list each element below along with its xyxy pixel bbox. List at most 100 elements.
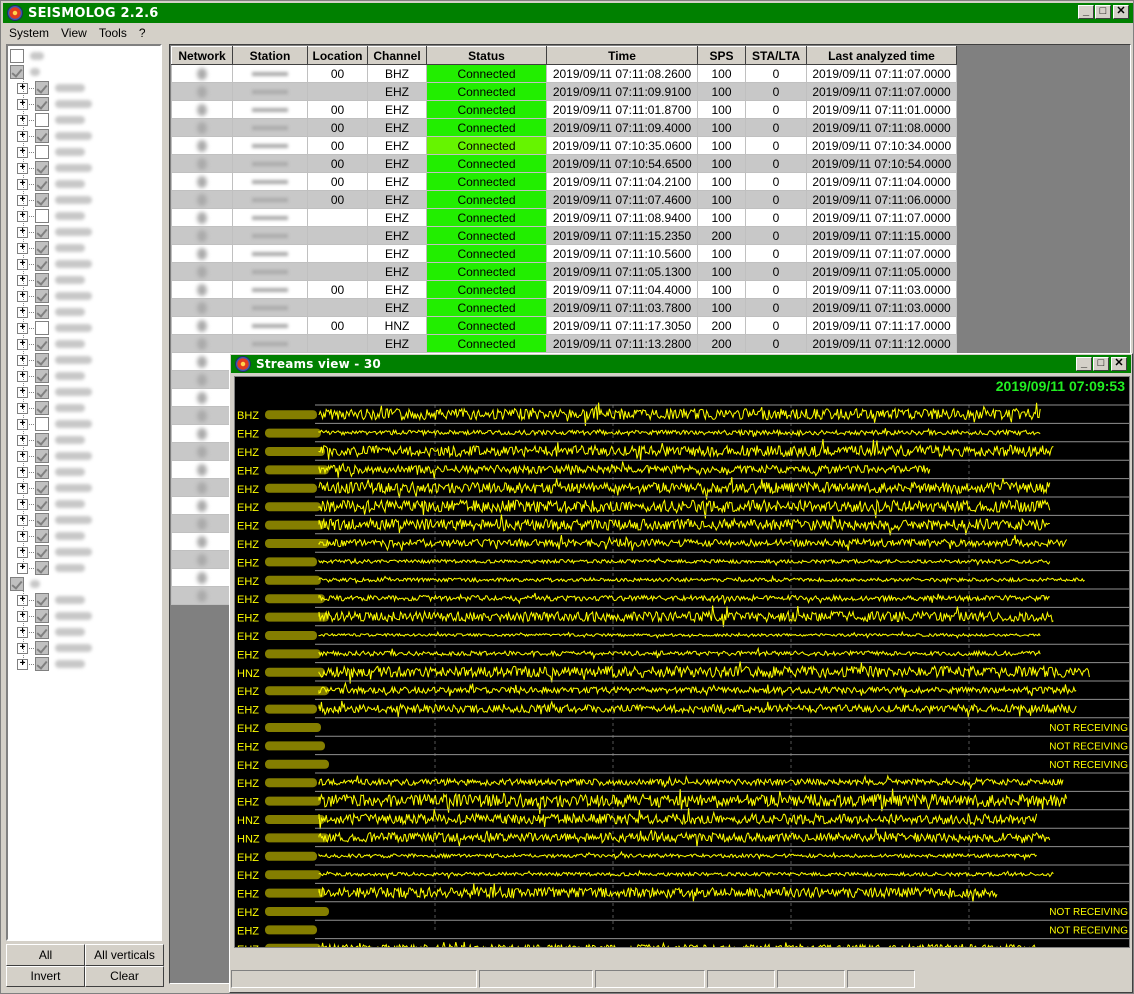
tree-station-node[interactable]: + [17, 128, 92, 144]
column-header[interactable]: STA/LTA [745, 46, 807, 65]
table-row[interactable]: 00 EHZ Connected 2019/09/11 07:10:54.6500 10… [171, 154, 957, 173]
tree-station-node[interactable]: + [17, 528, 85, 544]
network-checkbox[interactable] [10, 49, 24, 63]
column-header[interactable]: Network [171, 46, 233, 65]
station-checkbox[interactable] [35, 545, 49, 559]
tree-station-node[interactable]: + [17, 448, 92, 464]
tree-station-node[interactable]: + [17, 176, 85, 192]
station-checkbox[interactable] [35, 177, 49, 191]
streams-maximize-button[interactable]: □ [1093, 357, 1109, 371]
station-checkbox[interactable] [35, 97, 49, 111]
tree-network-node[interactable] [10, 48, 44, 64]
station-checkbox[interactable] [35, 353, 49, 367]
station-checkbox[interactable] [35, 465, 49, 479]
table-row[interactable]: 00 EHZ Connected 2019/09/11 07:11:04.4000 10… [171, 280, 957, 299]
table-row[interactable]: EHZ Connected 2019/09/11 07:11:13.2800 200 0… [171, 334, 957, 353]
station-checkbox[interactable] [35, 593, 49, 607]
tree-station-node[interactable]: + [17, 432, 85, 448]
tree-station-node[interactable]: + [17, 224, 92, 240]
station-checkbox[interactable] [35, 481, 49, 495]
station-checkbox[interactable] [35, 113, 49, 127]
tree-station-node[interactable]: + [17, 352, 92, 368]
table-row[interactable]: 00 EHZ Connected 2019/09/11 07:11:04.2100 10… [171, 172, 957, 191]
tree-station-node[interactable]: + [17, 336, 85, 352]
station-checkbox[interactable] [35, 289, 49, 303]
menu-system[interactable]: System [3, 26, 55, 40]
column-header[interactable]: Last analyzed time [806, 46, 957, 65]
tree-station-node[interactable]: + [17, 400, 85, 416]
table-row[interactable]: EHZ Connected 2019/09/11 07:11:15.2350 200 0… [171, 226, 957, 245]
tree-station-node[interactable]: + [17, 656, 85, 672]
tree-station-node[interactable]: + [17, 416, 92, 432]
station-checkbox[interactable] [35, 497, 49, 511]
tree-station-node[interactable]: + [17, 544, 92, 560]
tree-station-node[interactable]: + [17, 624, 85, 640]
station-checkbox[interactable] [35, 145, 49, 159]
tree-station-node[interactable]: + [17, 640, 92, 656]
station-checkbox[interactable] [35, 609, 49, 623]
minimize-button[interactable]: _ [1078, 5, 1094, 19]
table-row[interactable]: 00 EHZ Connected 2019/09/11 07:11:01.8700 10… [171, 100, 957, 119]
streams-minimize-button[interactable]: _ [1076, 357, 1092, 371]
station-checkbox[interactable] [35, 417, 49, 431]
menu-tools[interactable]: Tools [93, 26, 133, 40]
table-row[interactable]: 00 HNZ Connected 2019/09/11 07:11:17.3050 20… [171, 316, 957, 335]
tree-station-node[interactable]: + [17, 288, 92, 304]
table-row[interactable]: 00 EHZ Connected 2019/09/11 07:10:35.0600 10… [171, 136, 957, 155]
tree-station-node[interactable]: + [17, 192, 92, 208]
station-checkbox[interactable] [35, 209, 49, 223]
table-row[interactable]: 00 EHZ Connected 2019/09/11 07:11:09.4000 10… [171, 118, 957, 137]
tree-station-node[interactable]: + [17, 80, 85, 96]
table-row[interactable]: EHZ Connected 2019/09/11 07:11:08.9400 100 0… [171, 208, 957, 227]
tree-network-node[interactable] [10, 64, 40, 80]
station-checkbox[interactable] [35, 529, 49, 543]
tree-station-node[interactable]: + [17, 592, 85, 608]
tree-station-node[interactable]: + [17, 464, 85, 480]
station-checkbox[interactable] [35, 369, 49, 383]
seismogram-plot[interactable]: BHZ EHZ EHZ EHZ EHZ EHZ EHZ EHZ EHZ EHZ EHZ EHZ EHZ E… [234, 376, 1130, 948]
column-header[interactable]: Location [307, 46, 368, 65]
table-row[interactable]: EHZ Connected 2019/09/11 07:11:10.5600 100 0… [171, 244, 957, 263]
table-row[interactable]: 00 EHZ Connected 2019/09/11 07:11:07.4600 10… [171, 190, 957, 209]
tree-station-node[interactable]: + [17, 512, 92, 528]
column-header[interactable]: Time [546, 46, 698, 65]
tree-station-node[interactable]: + [17, 368, 85, 384]
column-header[interactable]: Channel [367, 46, 427, 65]
station-checkbox[interactable] [35, 273, 49, 287]
table-row[interactable]: 00 BHZ Connected 2019/09/11 07:11:08.2600 10… [171, 64, 957, 83]
select-all-button[interactable]: All [6, 944, 85, 966]
tree-station-node[interactable]: + [17, 496, 85, 512]
tree-station-node[interactable]: + [17, 256, 92, 272]
menu-help[interactable]: ? [133, 26, 152, 40]
station-checkbox[interactable] [35, 81, 49, 95]
station-checkbox[interactable] [35, 401, 49, 415]
tree-station-node[interactable]: + [17, 304, 85, 320]
table-row[interactable]: EHZ Connected 2019/09/11 07:11:05.1300 100 0… [171, 262, 957, 281]
tree-station-node[interactable]: + [17, 208, 85, 224]
station-checkbox[interactable] [35, 561, 49, 575]
clear-selection-button[interactable]: Clear [85, 965, 164, 987]
tree-station-node[interactable]: + [17, 96, 92, 112]
column-header[interactable]: SPS [697, 46, 746, 65]
select-all-verticals-button[interactable]: All verticals [85, 944, 164, 966]
station-checkbox[interactable] [35, 513, 49, 527]
station-checkbox[interactable] [35, 625, 49, 639]
tree-network-node[interactable] [10, 576, 40, 592]
tree-station-node[interactable]: + [17, 560, 85, 576]
close-button[interactable]: ✕ [1113, 5, 1129, 19]
table-row[interactable]: EHZ Connected 2019/09/11 07:11:09.9100 100 0… [171, 82, 957, 101]
station-checkbox[interactable] [35, 161, 49, 175]
streams-titlebar[interactable]: Streams view - 30 _ □ ✕ [231, 355, 1131, 373]
tree-station-node[interactable]: + [17, 384, 92, 400]
streams-close-button[interactable]: ✕ [1111, 357, 1127, 371]
station-checkbox[interactable] [35, 337, 49, 351]
station-checkbox[interactable] [35, 321, 49, 335]
table-row[interactable]: EHZ Connected 2019/09/11 07:11:03.7800 100 0… [171, 298, 957, 317]
station-checkbox[interactable] [35, 257, 49, 271]
maximize-button[interactable]: □ [1095, 5, 1111, 19]
tree-station-node[interactable]: + [17, 608, 92, 624]
station-checkbox[interactable] [35, 449, 49, 463]
network-checkbox[interactable] [10, 577, 24, 591]
station-checkbox[interactable] [35, 225, 49, 239]
station-checkbox[interactable] [35, 641, 49, 655]
